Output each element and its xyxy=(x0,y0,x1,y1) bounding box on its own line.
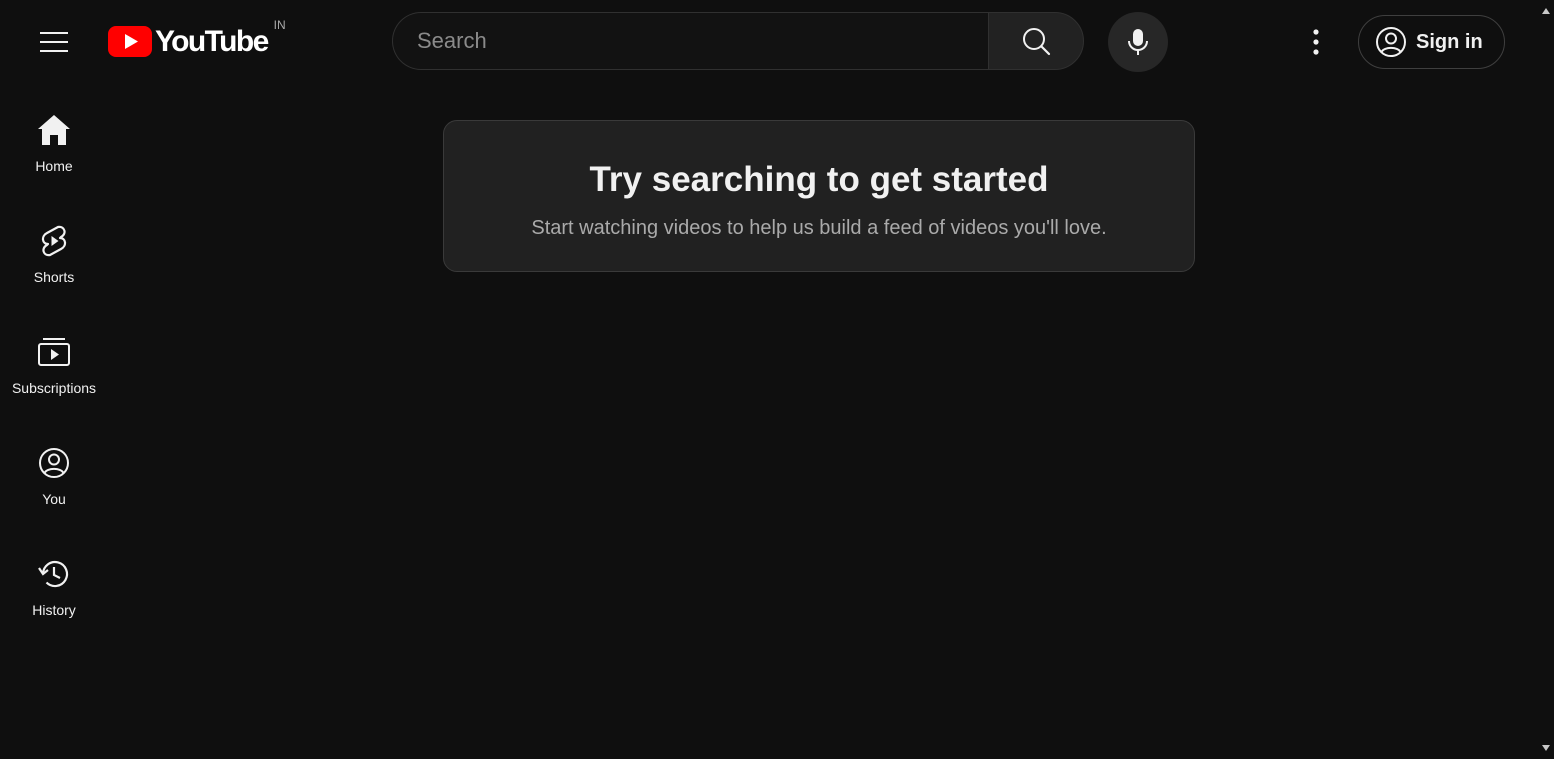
scroll-up-arrow-icon[interactable] xyxy=(1542,8,1550,14)
youtube-home-page: YouTube IN Search Sign in Home Shorts Su… xyxy=(0,0,1554,759)
sidebar-item-history[interactable]: History xyxy=(0,540,108,651)
prompt-subtitle: Start watching videos to help us build a… xyxy=(531,217,1107,239)
search-icon xyxy=(1023,28,1051,56)
sidebar-item-label: Home xyxy=(35,158,73,174)
search-box xyxy=(392,12,988,70)
sidebar-item-label: Subscriptions xyxy=(11,380,97,396)
home-icon xyxy=(38,115,70,145)
sidebar-item-label: History xyxy=(32,602,76,618)
sign-in-button[interactable]: Sign in xyxy=(1358,15,1505,69)
settings-more-button[interactable] xyxy=(1292,18,1340,66)
sidebar-item-shorts[interactable]: Shorts xyxy=(0,207,108,318)
prompt-title: Try searching to get started xyxy=(589,160,1049,199)
sidebar-item-label: You xyxy=(42,491,66,507)
youtube-logo[interactable]: YouTube IN xyxy=(108,18,286,64)
hamburger-menu-icon xyxy=(40,32,68,52)
account-circle-icon xyxy=(39,448,69,478)
sidebar-item-home[interactable]: Home xyxy=(0,96,108,207)
guide-menu-button[interactable] xyxy=(30,18,78,66)
masthead: YouTube IN Search Sign in xyxy=(0,0,1538,84)
sidebar-item-label: Shorts xyxy=(33,269,75,285)
search-input[interactable] xyxy=(393,13,988,69)
empty-feed-prompt-card: Try searching to get started Start watch… xyxy=(443,120,1195,272)
country-code: IN xyxy=(273,18,286,32)
history-icon xyxy=(38,560,69,588)
microphone-icon xyxy=(1128,29,1148,55)
more-vertical-icon xyxy=(1313,29,1319,55)
logo-wordmark: YouTube xyxy=(155,25,269,58)
youtube-play-logo-icon xyxy=(108,26,152,57)
scroll-down-arrow-icon[interactable] xyxy=(1542,745,1550,751)
sign-in-label: Sign in xyxy=(1416,30,1483,53)
account-circle-icon xyxy=(1376,27,1406,57)
sidebar-item-subscriptions[interactable]: Subscriptions xyxy=(0,318,108,429)
sidebar-item-you[interactable]: You xyxy=(0,429,108,540)
mini-guide-sidebar: Home Shorts Subscriptions You History xyxy=(0,96,108,651)
search-button[interactable] xyxy=(988,12,1084,70)
shorts-icon xyxy=(41,225,67,257)
voice-search-button[interactable] xyxy=(1108,12,1168,72)
page-scrollbar[interactable] xyxy=(1538,0,1554,759)
subscriptions-icon xyxy=(38,338,70,366)
